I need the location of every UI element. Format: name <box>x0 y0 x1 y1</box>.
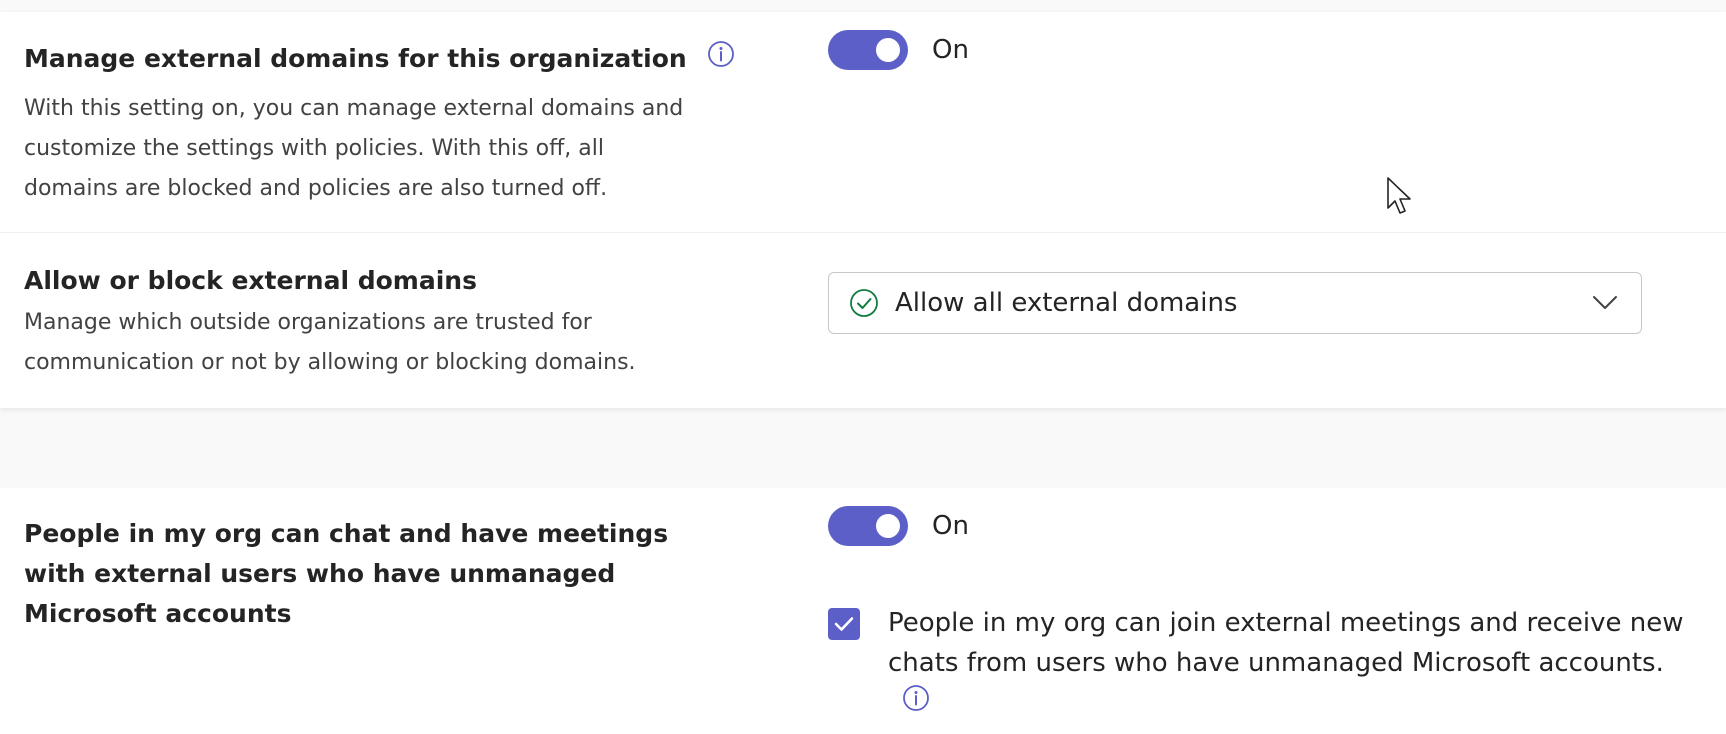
allow-block-title: Allow or block external domains <box>24 266 477 295</box>
info-icon[interactable] <box>902 684 930 724</box>
checkbox-label-text: People in my org can join external meeti… <box>888 608 1684 678</box>
section-divider <box>0 232 1726 233</box>
manage-domains-title: Manage external domains for this organiz… <box>24 44 687 73</box>
unmanaged-accounts-toggle[interactable] <box>828 506 908 546</box>
chevron-down-icon <box>1591 291 1619 317</box>
unmanaged-accounts-toggle-label: On <box>932 511 969 541</box>
mouse-cursor-icon <box>1386 176 1414 222</box>
join-external-meetings-label: People in my org can join external meeti… <box>888 603 1708 724</box>
allow-block-dropdown[interactable]: Allow all external domains <box>828 272 1642 334</box>
allow-block-description: Manage which outside organizations are t… <box>24 310 636 375</box>
external-domains-card: Manage external domains for this organiz… <box>0 12 1726 408</box>
info-icon[interactable] <box>707 40 735 80</box>
toggle-knob <box>876 514 900 538</box>
manage-domains-toggle[interactable] <box>828 30 908 70</box>
dropdown-selected-value: Allow all external domains <box>895 288 1238 318</box>
manage-domains-description: With this setting on, you can manage ext… <box>24 96 684 201</box>
check-circle-icon <box>849 288 879 322</box>
toggle-knob <box>876 38 900 62</box>
manage-domains-toggle-label: On <box>932 35 969 65</box>
join-external-meetings-checkbox[interactable] <box>828 608 860 640</box>
manage-domains-title-row: Manage external domains for this organiz… <box>24 39 735 80</box>
unmanaged-accounts-title: People in my org can chat and have meeti… <box>24 519 669 628</box>
